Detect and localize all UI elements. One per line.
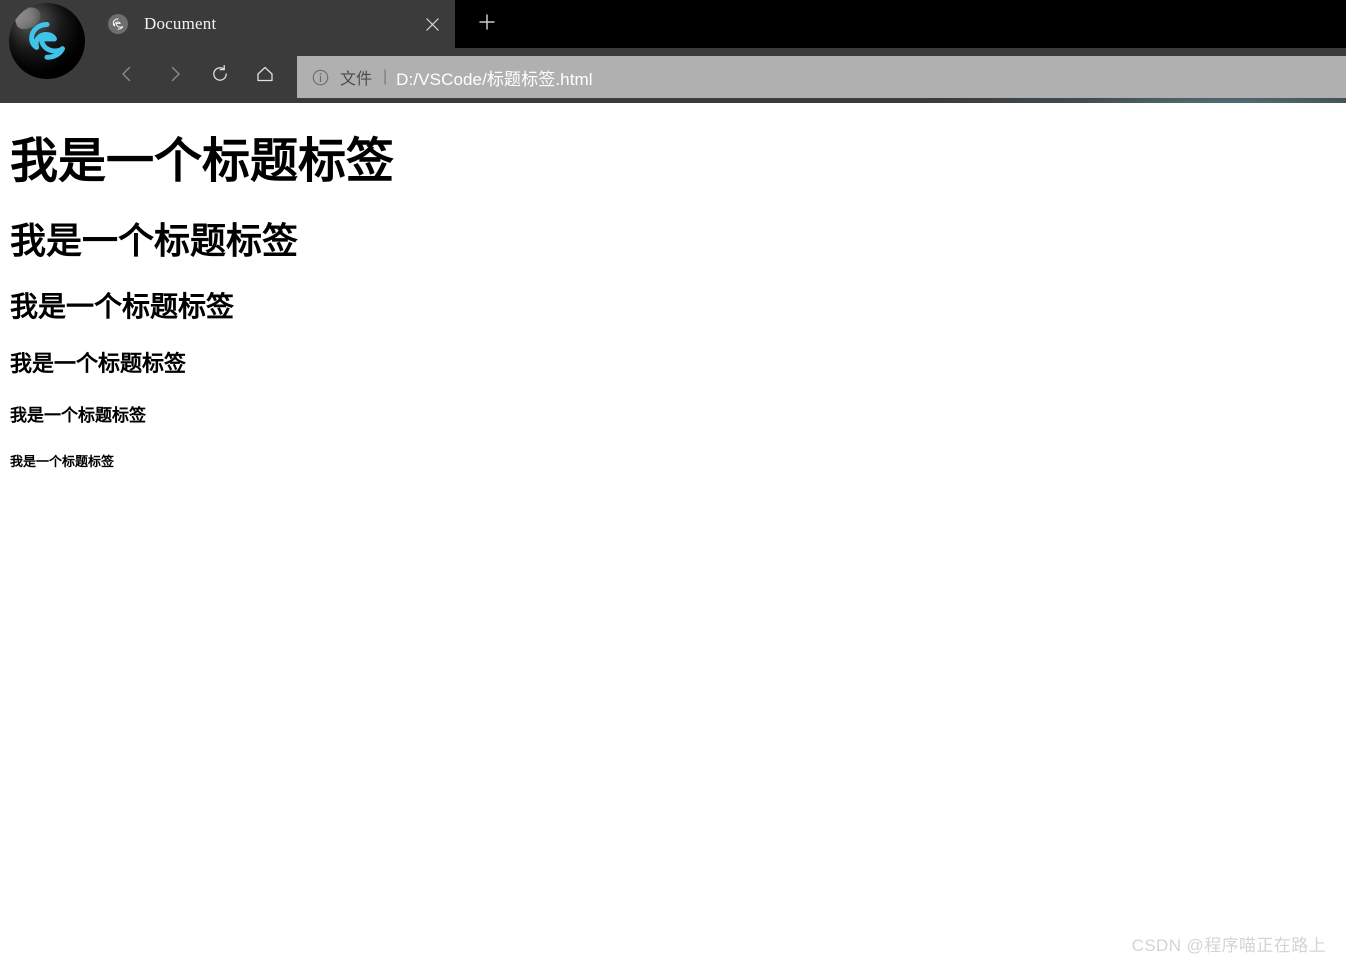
browser-tab-document[interactable]: Document [92, 0, 455, 48]
back-arrow-icon [117, 64, 137, 89]
page-viewport: 我是一个标题标签 我是一个标题标签 我是一个标题标签 我是一个标题标签 我是一个… [0, 103, 1346, 970]
tab-title: Document [144, 14, 217, 33]
forward-button[interactable] [156, 57, 194, 95]
heading-h5: 我是一个标题标签 [10, 405, 146, 425]
address-separator: | [383, 68, 388, 85]
close-icon[interactable] [415, 7, 449, 41]
csdn-watermark: CSDN @程序喵正在路上 [1131, 936, 1326, 955]
edge-favicon-icon [108, 14, 128, 34]
heading-h2: 我是一个标题标签 [10, 220, 299, 262]
browser-logo-icon [9, 3, 85, 79]
heading-h1: 我是一个标题标签 [10, 135, 395, 189]
tab-strip: Document [0, 0, 1346, 48]
heading-h4: 我是一个标题标签 [10, 350, 187, 376]
new-tab-button[interactable] [470, 8, 504, 40]
address-url-text[interactable]: D:/VSCode/标题标签.html [396, 65, 1346, 90]
forward-arrow-icon [165, 64, 185, 89]
reload-icon [209, 63, 231, 90]
home-icon [254, 63, 276, 90]
address-scheme-label: 文件 [340, 71, 373, 88]
home-button[interactable] [246, 57, 284, 95]
address-bar[interactable]: 文件 | D:/VSCode/标题标签.html [297, 56, 1346, 98]
back-button[interactable] [108, 57, 146, 95]
browser-chrome: Document 文件 | D:/VSCode/标题标签.html [0, 0, 1346, 103]
plus-icon [477, 12, 497, 37]
info-circle-icon[interactable] [309, 66, 331, 88]
heading-h3: 我是一个标题标签 [10, 291, 235, 323]
browser-logo-gutter [0, 0, 92, 103]
heading-h6: 我是一个标题标签 [10, 454, 115, 470]
reload-button[interactable] [201, 57, 239, 95]
document-body: 我是一个标题标签 我是一个标题标签 我是一个标题标签 我是一个标题标签 我是一个… [0, 135, 1346, 469]
